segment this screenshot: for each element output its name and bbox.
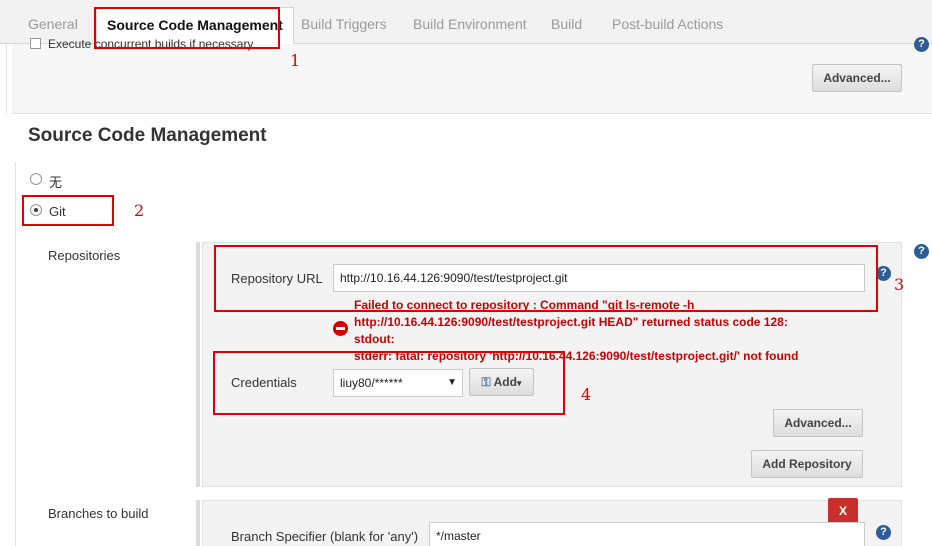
- scm-git-radio[interactable]: [30, 204, 42, 216]
- help-icon[interactable]: ?: [876, 266, 891, 281]
- dropdown-arrow-icon: ▾: [516, 378, 522, 388]
- credentials-select[interactable]: liuy80/****** ▼: [333, 369, 463, 397]
- credentials-label: Credentials: [231, 375, 297, 390]
- credentials-selected-value: liuy80/******: [340, 376, 403, 390]
- repository-advanced-button[interactable]: Advanced...: [773, 409, 863, 437]
- section-divider: [6, 44, 7, 114]
- repository-url-label: Repository URL: [231, 271, 323, 286]
- repositories-border: [196, 242, 200, 487]
- branch-specifier-label: Branch Specifier (blank for 'any'): [231, 529, 419, 544]
- annotation-number-2: 2: [134, 201, 145, 220]
- help-icon[interactable]: ?: [876, 525, 891, 540]
- tab-build[interactable]: Build: [551, 16, 582, 32]
- general-advanced-button[interactable]: Advanced...: [812, 64, 902, 92]
- add-repository-button[interactable]: Add Repository: [751, 450, 863, 478]
- chevron-down-icon: ▼: [447, 377, 457, 388]
- repository-url-input[interactable]: http://10.16.44.126:9090/test/testprojec…: [333, 264, 865, 292]
- add-credentials-button[interactable]: ⚿ Add▾: [469, 368, 534, 396]
- scm-git-label: Git: [49, 204, 66, 219]
- error-icon: [333, 321, 348, 336]
- tab-build-triggers[interactable]: Build Triggers: [301, 16, 387, 32]
- scm-none-radio[interactable]: [30, 173, 42, 185]
- help-icon[interactable]: ?: [914, 244, 929, 259]
- branches-border: [196, 500, 200, 546]
- general-section: [12, 44, 932, 114]
- branches-to-build-label: Branches to build: [48, 506, 149, 521]
- add-credentials-label: Add: [493, 375, 517, 389]
- repository-error-message: Failed to connect to repository : Comman…: [354, 298, 799, 363]
- repositories-label: Repositories: [48, 248, 121, 263]
- key-icon: ⚿: [481, 375, 491, 389]
- concurrent-builds-checkbox[interactable]: [30, 38, 41, 49]
- scm-heading: Source Code Management: [28, 125, 267, 146]
- branch-specifier-input[interactable]: */master: [429, 522, 865, 546]
- tab-post-build-actions[interactable]: Post-build Actions: [612, 16, 723, 32]
- delete-branch-button[interactable]: X: [828, 498, 858, 524]
- section-divider: [15, 162, 16, 546]
- tab-general[interactable]: General: [28, 16, 78, 32]
- concurrent-builds-label: Execute concurrent builds if necessary: [48, 37, 254, 51]
- help-icon[interactable]: ?: [914, 37, 929, 52]
- scm-none-label: 无: [49, 175, 63, 190]
- tab-build-environment[interactable]: Build Environment: [413, 16, 527, 32]
